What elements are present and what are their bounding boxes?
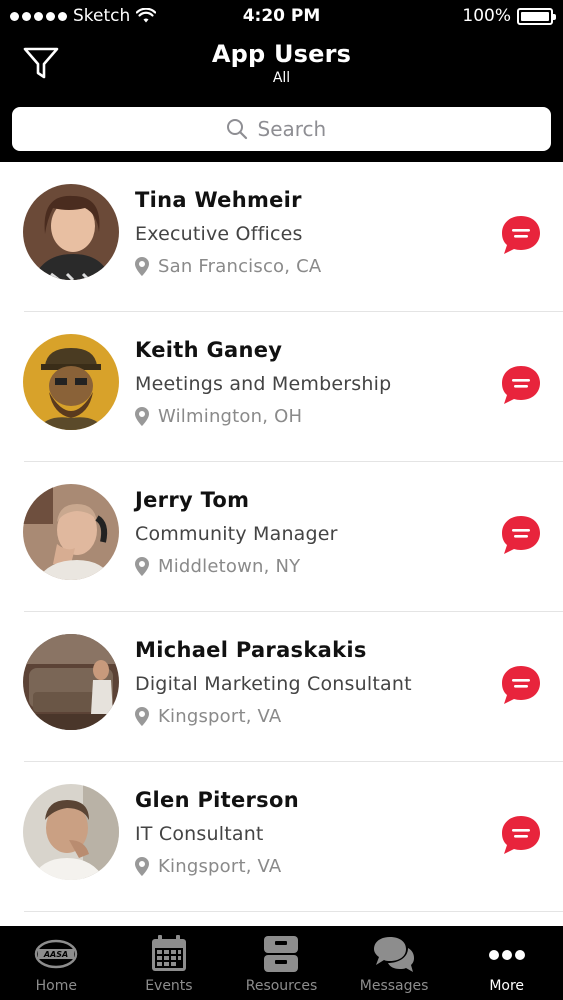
location-text: Kingsport, VA xyxy=(158,706,282,727)
calendar-icon xyxy=(151,935,186,971)
search-inner xyxy=(226,117,338,141)
battery-status: 100% xyxy=(462,6,556,26)
chat-bubbles-icon xyxy=(374,937,415,972)
tab-bar: AASA Home Events Resources Messages More xyxy=(0,926,563,1000)
tab-messages[interactable]: Messages xyxy=(338,926,451,1000)
location-pin-icon xyxy=(135,707,149,726)
title-block: App Users All xyxy=(0,40,563,86)
tab-label: More xyxy=(489,978,525,994)
tab-label: Home xyxy=(35,978,77,994)
user-location: Middletown, NY xyxy=(135,556,300,577)
message-button-icon[interactable] xyxy=(500,365,542,405)
tab-events[interactable]: Events xyxy=(113,926,226,1000)
user-role: Digital Marketing Consultant xyxy=(135,673,412,695)
tab-label: Messages xyxy=(359,978,429,994)
tab-more[interactable]: More xyxy=(450,926,563,1000)
user-name: Michael Paraskakis xyxy=(135,638,367,662)
message-button-icon[interactable] xyxy=(500,665,542,705)
user-row[interactable]: Keith Ganey Meetings and Membership Wilm… xyxy=(0,312,563,462)
avatar xyxy=(23,484,119,580)
message-button-icon[interactable] xyxy=(500,515,542,555)
user-location: Wilmington, OH xyxy=(135,406,302,427)
user-role: IT Consultant xyxy=(135,823,264,845)
user-name: Jerry Tom xyxy=(135,488,250,512)
logo-icon: AASA xyxy=(35,939,78,969)
avatar xyxy=(23,334,119,430)
location-pin-icon xyxy=(135,857,149,876)
avatar xyxy=(23,634,119,730)
status-bar: Sketch 4:20 PM 100% xyxy=(0,0,563,34)
search-bar[interactable] xyxy=(12,107,551,151)
tab-resources[interactable]: Resources xyxy=(225,926,338,1000)
location-text: Wilmington, OH xyxy=(158,406,303,427)
more-dots-icon xyxy=(488,950,525,960)
tab-home[interactable]: AASA Home xyxy=(0,926,113,1000)
battery-icon xyxy=(517,7,556,25)
user-name: Glen Piterson xyxy=(135,788,299,812)
search-icon xyxy=(226,119,247,140)
user-row[interactable]: Jerry Tom Community Manager Middletown, … xyxy=(0,462,563,612)
user-location: San Francisco, CA xyxy=(135,256,321,277)
avatar xyxy=(23,784,119,880)
cabinet-icon xyxy=(264,936,299,972)
tab-label: Events xyxy=(145,978,193,994)
location-pin-icon xyxy=(135,407,149,426)
user-row[interactable]: Tina Wehmeir Executive Offices San Franc… xyxy=(0,162,563,312)
user-row[interactable]: Glen Piterson IT Consultant Kingsport, V… xyxy=(0,762,563,912)
location-pin-icon xyxy=(135,257,149,276)
location-text: Kingsport, VA xyxy=(158,856,282,877)
avatar xyxy=(23,184,119,280)
user-name: Keith Ganey xyxy=(135,338,283,362)
user-name: Tina Wehmeir xyxy=(135,188,302,212)
tab-label: Resources xyxy=(245,978,318,994)
header: Sketch 4:20 PM 100% App Users All xyxy=(0,0,563,162)
page-subtitle: All xyxy=(272,70,291,86)
message-button-icon[interactable] xyxy=(500,215,542,255)
message-button-icon[interactable] xyxy=(500,815,542,855)
user-role: Meetings and Membership xyxy=(135,373,392,395)
battery-percent: 100% xyxy=(462,6,511,26)
user-location: Kingsport, VA xyxy=(135,706,281,727)
page-title: App Users xyxy=(211,40,352,68)
location-pin-icon xyxy=(135,557,149,576)
divider xyxy=(24,911,563,912)
search-input[interactable] xyxy=(257,117,338,141)
user-location: Kingsport, VA xyxy=(135,856,281,877)
location-text: Middletown, NY xyxy=(158,556,301,577)
user-list: Tina Wehmeir Executive Offices San Franc… xyxy=(0,162,563,926)
user-role: Community Manager xyxy=(135,523,338,545)
user-row[interactable]: Michael Paraskakis Digital Marketing Con… xyxy=(0,612,563,762)
svg-text:AASA: AASA xyxy=(43,950,68,959)
user-role: Executive Offices xyxy=(135,223,303,245)
location-text: San Francisco, CA xyxy=(158,256,322,277)
